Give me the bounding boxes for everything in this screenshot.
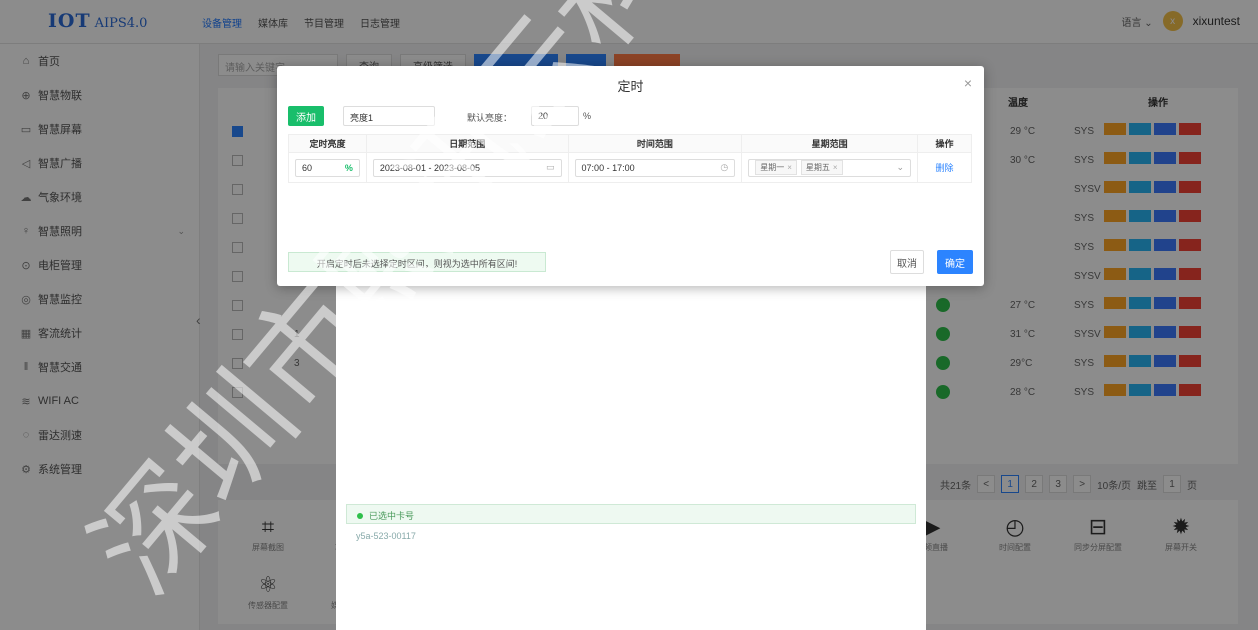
remove-tag-icon[interactable]: × (833, 163, 838, 172)
col-week-range: 星期范围 (741, 134, 919, 153)
col-brightness: 定时亮度 (288, 134, 367, 153)
remove-tag-icon[interactable]: × (787, 163, 792, 172)
cancel-button[interactable]: 取消 (890, 250, 924, 274)
selected-card-bar: 已选中卡号 (346, 504, 916, 524)
weekday-tag: 星期五 × (800, 160, 843, 175)
schedule-table: 定时亮度 日期范围 时间范围 星期范围 操作 60% 2023-08-01 - … (288, 134, 972, 183)
timer-modal: 定时 × 添加 亮度1 默认亮度： 20 % 定时亮度 日期范围 时间范围 星期… (277, 66, 984, 286)
date-range-picker[interactable]: 2023-08-01 - 2023-08-05 ▭ (372, 158, 562, 177)
schedule-table-header: 定时亮度 日期范围 时间范围 星期范围 操作 (288, 134, 972, 153)
modal-title: 定时 (617, 79, 644, 94)
device-dialog: 已选中卡号 y5a-523-00117 (336, 284, 926, 630)
time-range-picker[interactable]: 07:00 - 17:00 ◷ (574, 158, 736, 177)
weekday-tag: 星期一 × (755, 160, 797, 175)
selected-device-id: y5a-523-00117 (356, 531, 416, 541)
close-icon[interactable]: × (964, 75, 972, 91)
col-time-range: 时间范围 (567, 134, 743, 153)
chevron-down-icon: ⌄ (896, 162, 905, 172)
add-button[interactable]: 添加 (288, 106, 324, 126)
timer-notice: 开启定时后未选择定时区间，则视为选中所有区间! (288, 252, 546, 272)
brightness-input[interactable]: 60% (295, 158, 360, 177)
delete-link[interactable]: 删除 (924, 161, 965, 174)
col-date-range: 日期范围 (365, 134, 569, 153)
calendar-icon: ▭ (546, 162, 555, 172)
schedule-name-input[interactable]: 亮度1 (343, 106, 435, 126)
default-brightness-input[interactable]: 20 (531, 106, 579, 126)
clock-icon: ◷ (720, 162, 729, 172)
default-brightness-unit: % (583, 111, 592, 121)
weekday-select[interactable]: 星期一 × 星期五 × ⌄ (748, 158, 912, 177)
confirm-button[interactable]: 确定 (937, 250, 973, 274)
default-brightness-label: 默认亮度： (467, 113, 513, 123)
schedule-row: 60% 2023-08-01 - 2023-08-05 ▭ 07:00 - 17:… (288, 152, 972, 183)
col-action: 操作 (917, 134, 972, 153)
